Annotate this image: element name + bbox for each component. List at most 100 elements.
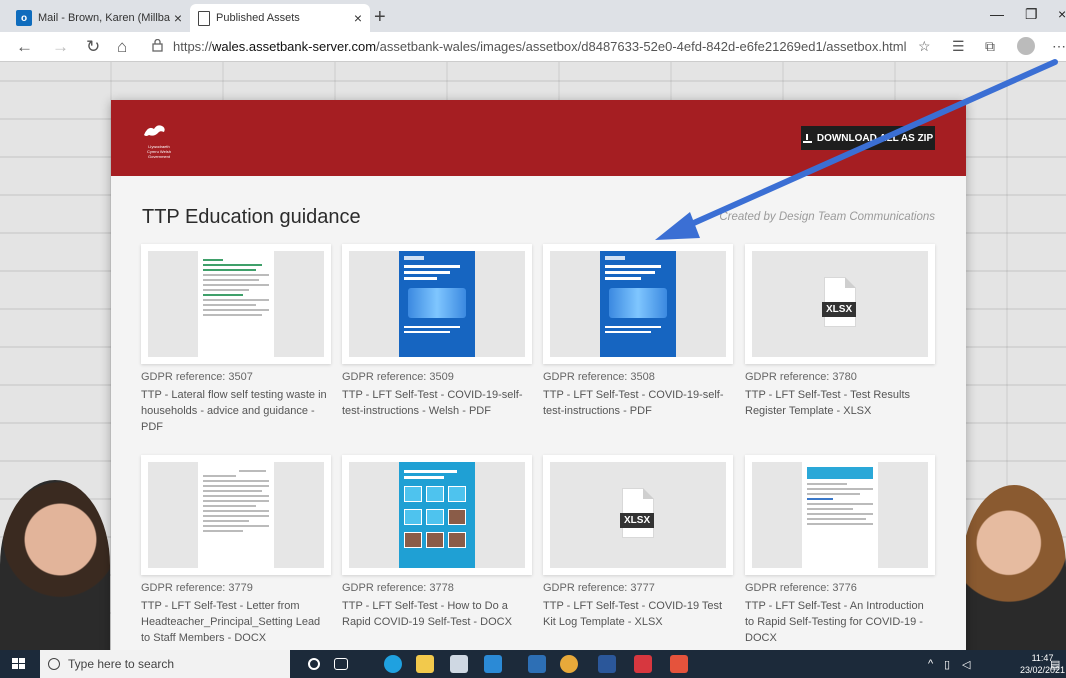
file-explorer-icon[interactable] [416, 655, 434, 673]
network-icon[interactable]: ▯ [944, 658, 950, 671]
notifications-icon[interactable]: ▤ [1050, 658, 1060, 671]
powerpoint-icon[interactable] [670, 655, 688, 673]
asset-thumbnail[interactable]: XLSX [543, 455, 733, 575]
collections-icon[interactable]: ⧉ [985, 38, 995, 55]
card-header: Llywodraeth Cymru Welsh Government DOWNL… [111, 100, 966, 176]
asset-title[interactable]: TTP - LFT Self-Test - Test Results Regis… [745, 387, 935, 419]
asset-thumbnail[interactable] [342, 455, 532, 575]
document-preview [802, 462, 878, 568]
gdpr-reference: GDPR reference: 3780 [745, 371, 857, 383]
asset-title[interactable]: TTP - LFT Self-Test - COVID-19 Test Kit … [543, 598, 733, 630]
asset-card[interactable]: GDPR reference: 3508 TTP - LFT Self-Test… [543, 244, 733, 419]
asset-title[interactable]: TTP - Lateral flow self testing waste in… [141, 387, 331, 435]
gdpr-reference: GDPR reference: 3776 [745, 582, 857, 594]
asset-card[interactable]: GDPR reference: 3778 TTP - LFT Self-Test… [342, 455, 532, 630]
document-preview [198, 251, 274, 357]
page-title: TTP Education guidance [142, 206, 361, 228]
gdpr-reference: GDPR reference: 3779 [141, 582, 253, 594]
browser-tab-bar: o Mail - Brown, Karen (Millbank P × Publ… [0, 0, 1066, 32]
asset-title[interactable]: TTP - LFT Self-Test - COVID-19-self-test… [543, 387, 733, 419]
asset-thumbnail[interactable]: XLSX [745, 244, 935, 364]
logo-text: Llywodraeth Cymru Welsh Government [147, 144, 171, 159]
asset-card[interactable]: GDPR reference: 3779 TTP - LFT Self-Test… [141, 455, 331, 646]
download-label: DOWNLOAD ALL AS ZIP [816, 132, 934, 144]
back-icon[interactable]: ← [16, 37, 33, 57]
close-icon[interactable]: × [354, 10, 362, 26]
download-all-zip-button[interactable]: DOWNLOAD ALL AS ZIP [801, 126, 935, 150]
file-icon: XLSX [620, 488, 655, 538]
dragon-icon [144, 125, 165, 136]
asset-card[interactable]: XLSX GDPR reference: 3780 TTP - LFT Self… [745, 244, 935, 419]
url-host: wales.assetbank-server.com [212, 39, 377, 54]
minimize-icon[interactable]: — [990, 6, 1004, 22]
asset-title[interactable]: TTP - LFT Self-Test - How to Do a Rapid … [342, 598, 532, 630]
asset-card[interactable]: XLSX GDPR reference: 3777 TTP - LFT Self… [543, 455, 733, 630]
url-field[interactable]: https://wales.assetbank-server.com/asset… [173, 39, 907, 54]
search-placeholder: Type here to search [68, 657, 175, 671]
gdpr-reference: GDPR reference: 3778 [342, 582, 454, 594]
asset-thumbnail[interactable] [141, 455, 331, 575]
tab-mail[interactable]: o Mail - Brown, Karen (Millbank P × [8, 4, 190, 32]
address-bar: ← → ↻ ⌂ https://wales.assetbank-server.c… [0, 32, 1066, 62]
mail-icon[interactable] [484, 655, 502, 673]
volume-icon[interactable]: ◁ [962, 658, 970, 671]
byline: Created by Design Team Communications [719, 211, 935, 223]
poster-preview [399, 462, 475, 568]
search-icon [48, 658, 60, 670]
url-path: /assetbank-wales/images/assetbox/d848763… [376, 39, 907, 54]
windows-taskbar: Type here to search ^ ▯ ◁ 11:47 23/02/20… [0, 650, 1066, 678]
tab-title: Mail - Brown, Karen (Millbank P [38, 12, 170, 24]
taskbar-search-box[interactable]: Type here to search [40, 650, 290, 678]
task-view-icon[interactable] [334, 658, 348, 670]
poster-preview [399, 251, 475, 357]
asset-thumbnail[interactable] [543, 244, 733, 364]
favorites-icon[interactable]: ☰ [952, 38, 965, 55]
page-icon [198, 10, 210, 26]
home-icon[interactable]: ⌂ [117, 37, 127, 57]
acrobat-icon[interactable] [634, 655, 652, 673]
gdpr-reference: GDPR reference: 3777 [543, 582, 655, 594]
file-type-tag: XLSX [620, 513, 655, 528]
chrome-icon[interactable] [560, 655, 578, 673]
asset-thumbnail[interactable] [745, 455, 935, 575]
url-scheme: https:// [173, 39, 213, 54]
background-photo-person-left [0, 480, 110, 650]
media-icon[interactable] [528, 655, 546, 673]
gdpr-reference: GDPR reference: 3509 [342, 371, 454, 383]
download-icon [802, 133, 812, 143]
windows-start-icon[interactable] [12, 658, 26, 670]
asset-thumbnail[interactable] [342, 244, 532, 364]
asset-thumbnail[interactable] [141, 244, 331, 364]
forward-icon[interactable]: → [52, 37, 69, 57]
outlook-icon: o [16, 10, 32, 26]
gdpr-reference: GDPR reference: 3507 [141, 371, 253, 383]
store-icon[interactable] [450, 655, 468, 673]
welsh-government-logo: Llywodraeth Cymru Welsh Government [142, 123, 176, 159]
lock-icon[interactable] [152, 39, 163, 52]
profile-avatar[interactable] [1017, 37, 1035, 55]
document-preview [198, 462, 274, 568]
edge-icon[interactable] [384, 655, 402, 673]
asset-card[interactable]: GDPR reference: 3509 TTP - LFT Self-Test… [342, 244, 532, 419]
tray-chevron-icon[interactable]: ^ [928, 658, 933, 670]
poster-preview [600, 251, 676, 357]
word-icon[interactable] [598, 655, 616, 673]
reload-icon[interactable]: ↻ [86, 37, 100, 57]
background-photo-person-right [962, 485, 1066, 650]
close-icon[interactable]: × [174, 10, 182, 26]
asset-title[interactable]: TTP - LFT Self-Test - Letter from Headte… [141, 598, 331, 646]
close-window-icon[interactable]: × [1058, 6, 1066, 22]
cortana-icon[interactable] [308, 658, 320, 670]
file-type-tag: XLSX [822, 302, 857, 317]
new-tab-icon[interactable]: + [374, 6, 386, 29]
read-aloud-icon[interactable]: ☆ [918, 38, 931, 55]
assetbox-card: Llywodraeth Cymru Welsh Government DOWNL… [111, 100, 966, 660]
tab-published-assets[interactable]: Published Assets × [190, 4, 370, 32]
asset-card[interactable]: GDPR reference: 3776 TTP - LFT Self-Test… [745, 455, 935, 646]
asset-title[interactable]: TTP - LFT Self-Test - An Introduction to… [745, 598, 935, 646]
asset-title[interactable]: TTP - LFT Self-Test - COVID-19-self-test… [342, 387, 532, 419]
file-icon: XLSX [822, 277, 857, 327]
more-icon[interactable]: ⋯ [1052, 38, 1066, 55]
asset-card[interactable]: GDPR reference: 3507 TTP - Lateral flow … [141, 244, 331, 435]
restore-icon[interactable]: ❐ [1025, 6, 1038, 23]
